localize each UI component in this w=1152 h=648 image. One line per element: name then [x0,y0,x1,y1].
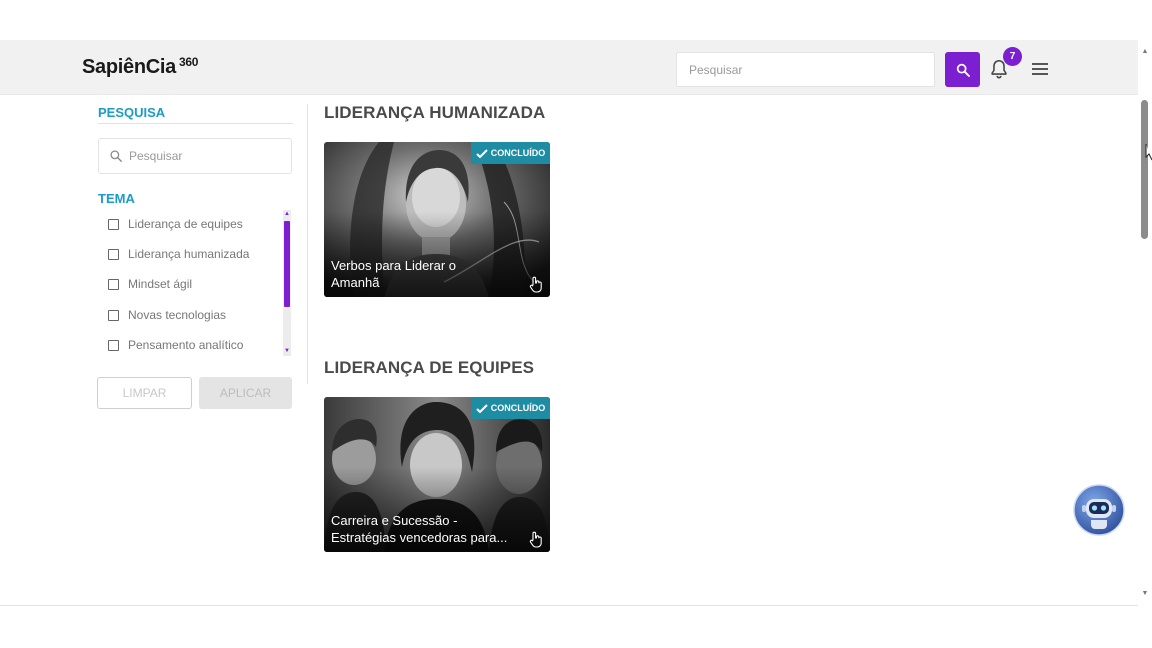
tema-option[interactable]: Pensamento analítico [108,335,243,355]
notification-badge: 7 [1003,47,1022,66]
tap-hand-icon [529,531,542,548]
tema-option-label: Novas tecnologias [128,308,227,322]
status-badge: CONCLUÍDO [471,142,550,164]
status-badge-label: CONCLUÍDO [490,148,546,158]
top-header: SapiênCia360 7 [0,40,1138,95]
checkbox[interactable] [108,278,119,290]
tema-list-scroll-thumb[interactable] [284,221,290,307]
chatbot-robot-icon[interactable] [1073,484,1125,536]
status-badge-label: CONCLUÍDO [490,403,546,413]
check-icon [476,403,488,413]
tema-option-label: Liderança humanizada [128,247,250,261]
section-title-lideranca-de-equipes: LIDERANÇA DE EQUIPES [324,358,535,377]
search-icon [956,63,970,77]
logo[interactable]: SapiênCia 360 [82,55,199,79]
logo-superscript: 360 [179,55,199,69]
header-search-button[interactable] [945,52,980,87]
page-scroll-thumb[interactable] [1141,100,1148,239]
hamburger-menu-icon[interactable] [1031,60,1051,78]
tema-option-label: Pensamento analítico [128,338,244,352]
tema-option-label: Liderança de equipes [128,217,243,231]
tema-option-label: Mindset ágil [128,277,193,291]
scroll-down-arrow-icon[interactable]: ▼ [284,347,290,355]
course-card[interactable]: CONCLUÍDO Verbos para Liderar o Amanhã [324,142,550,297]
course-card[interactable]: CONCLUÍDO Carreira e Sucessão - Estratég… [324,397,550,552]
sidebar-search-input[interactable] [129,139,289,173]
course-card-title: Carreira e Sucessão - Estratégias venced… [331,513,508,545]
tap-hand-icon [529,276,542,293]
logo-text: SapiênCia [82,56,176,78]
checkbox[interactable] [108,218,119,230]
tema-option[interactable]: Mindset ágil [108,274,192,294]
sidebar-search-box[interactable] [98,138,292,174]
divider [98,123,293,124]
course-card-title: Verbos para Liderar o Amanhã [331,258,457,290]
scroll-down-arrow-icon[interactable]: ▼ [1141,590,1149,598]
app-window: SapiênCia360 7 PESQUISA TEMA Liderança d… [0,40,1138,606]
apply-button[interactable]: APLICAR [199,377,292,409]
tema-option[interactable]: Novas tecnologias [108,305,226,325]
clear-button[interactable]: LIMPAR [97,377,192,409]
check-icon [476,148,488,158]
tema-option[interactable]: Liderança de equipes [108,214,243,234]
scroll-up-arrow-icon[interactable]: ▲ [1141,48,1149,56]
status-badge: CONCLUÍDO [471,397,550,419]
section-title-lideranca-humanizada: LIDERANÇA HUMANIZADA [324,103,546,122]
search-icon [110,150,122,162]
scroll-up-arrow-icon[interactable]: ▲ [284,210,290,218]
tema-filter-list: Liderança de equipes Liderança humanizad… [98,210,293,358]
mouse-cursor-icon [1145,144,1152,161]
tema-option[interactable]: Liderança humanizada [108,244,249,264]
page-scrollbar[interactable]: ▲ ▼ [1138,40,1152,606]
checkbox[interactable] [108,309,119,321]
sidebar-search-title: PESQUISA [98,105,166,120]
divider [307,104,308,384]
header-search-input[interactable] [676,52,935,87]
checkbox[interactable] [108,339,119,351]
checkbox[interactable] [108,248,119,260]
tema-title: TEMA [98,191,135,206]
